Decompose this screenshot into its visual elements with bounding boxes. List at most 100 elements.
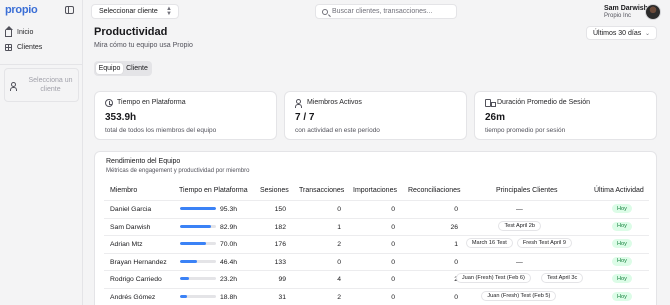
stat-value: 7 / 7 (295, 112, 315, 123)
date-range-select[interactable]: Últimos 30 días ⌄ (586, 26, 657, 40)
reconciliations-value: 0 (454, 206, 458, 213)
time-bar-fill (180, 277, 189, 281)
avatar[interactable] (645, 4, 661, 20)
imports-value: 0 (391, 206, 395, 213)
chevron-down-icon: ⌄ (644, 31, 650, 37)
search-icon (322, 9, 328, 15)
time-bar (180, 242, 216, 246)
sidebar-item-clientes[interactable]: Clientes (5, 41, 79, 53)
column-header[interactable]: Miembro (110, 187, 137, 194)
users-icon (10, 82, 17, 91)
stat-value: 353.9h (105, 112, 137, 123)
stat-card-tiempo: Tiempo en Plataforma 353.9h total de tod… (94, 91, 277, 140)
client-tag[interactable]: Juan (Fresh) Test (Feb 5) (481, 291, 557, 301)
reconciliations-value: 0 (454, 258, 458, 266)
client-empty-label: Selecciona un cliente (28, 77, 73, 93)
transactions-value: 1 (337, 223, 341, 231)
column-header[interactable]: Última Actividad (594, 187, 644, 194)
column-header[interactable]: Reconciliaciones (408, 187, 461, 194)
team-subtitle: Métricas de engagement y productividad p… (106, 168, 250, 174)
transactions-value: 2 (337, 241, 341, 249)
table-row[interactable]: Rodrigo Carriedo23.2h99402Juan (Fresh) T… (104, 270, 649, 287)
sidebar-item-label: Inicio (17, 28, 34, 36)
imports-value: 0 (391, 276, 395, 284)
sessions-value: 176 (274, 241, 286, 249)
reconciliations-value: 26 (450, 223, 458, 231)
time-value: 70.0h (220, 241, 238, 249)
client-tag[interactable]: Test April 2b (498, 220, 541, 231)
time-value: 18.8h (220, 294, 238, 301)
column-header[interactable]: Sesiones (260, 187, 289, 194)
sessions-value: 99 (278, 276, 286, 284)
table-row[interactable]: Sam Darwish 82.9h 182 1 0 26 Test April 2b Hoy (104, 217, 649, 235)
home-icon (4, 25, 13, 37)
time-bar-fill (180, 207, 216, 210)
time-bar-fill (180, 224, 211, 228)
time-value: 82.9h (220, 223, 238, 231)
table-row[interactable]: Brayan Hernandez 46.4h 133 0 0 0 — Hoy (104, 252, 649, 270)
imports-value: 0 (391, 258, 395, 266)
team-title: Rendimiento del Equipo (106, 158, 181, 165)
sessions-value: 31 (278, 294, 286, 301)
table-row[interactable]: Daniel Garcia 95.3h 150 0 0 0 — Hoy (104, 200, 649, 217)
last-activity-badge: Hoy (612, 239, 632, 249)
time-bar (180, 259, 216, 263)
sidebar-toggle-icon[interactable] (65, 6, 74, 14)
stat-description: tiempo promedio por sesión (485, 127, 566, 134)
stat-description: total de todos los miembros del equipo (105, 127, 217, 134)
column-header[interactable]: Importaciones (353, 187, 397, 194)
client-select[interactable]: Seleccionar cliente ▲ ▼ (91, 4, 179, 19)
tab-equipo[interactable]: Equipo (96, 63, 123, 74)
imports-value: 0 (391, 223, 395, 231)
last-activity-badge: Hoy (612, 204, 632, 213)
sidebar-item-inicio[interactable]: Inicio (4, 25, 79, 38)
chevron-updown-icon: ▲ ▼ (166, 6, 172, 17)
member-name: Rodrigo Carriedo (110, 276, 162, 284)
transactions-value: 4 (337, 276, 341, 284)
imports-value: 0 (391, 294, 395, 301)
column-header[interactable]: Tiempo en Plataforma (179, 187, 248, 194)
time-bar (180, 207, 216, 210)
column-header[interactable]: Principales Clientes (496, 187, 557, 194)
time-value: 23.2h (220, 276, 238, 284)
reconciliations-value: 0 (454, 294, 458, 301)
time-bar-fill (180, 242, 207, 246)
imports-value: 0 (391, 241, 395, 249)
time-bar (180, 224, 216, 228)
clients-empty: — (516, 206, 523, 213)
reconciliations-value: 1 (454, 241, 458, 249)
client-tag[interactable]: Fresh Test April 9 (516, 238, 572, 249)
time-bar (180, 295, 216, 298)
page-subtitle: Mira cómo tu equipo usa Propio (94, 42, 193, 49)
member-name: Daniel Garcia (110, 206, 152, 213)
time-bar-fill (180, 295, 188, 298)
client-tag[interactable]: Test April 3c (541, 273, 584, 284)
stat-value: 26m (485, 112, 506, 123)
users-icon (295, 99, 303, 108)
tab-cliente[interactable]: Cliente (124, 63, 150, 74)
client-selector-empty[interactable]: Selecciona un cliente (4, 68, 79, 102)
table-row[interactable]: Andrés Gómez 18.8h 31 2 0 0 Juan (Fresh) Test … (104, 288, 649, 305)
column-header[interactable]: Transacciones (299, 187, 344, 194)
time-value: 46.4h (220, 258, 238, 266)
client-tag[interactable]: March 16 Test (465, 238, 513, 249)
time-value: 95.3h (220, 206, 238, 213)
time-bar-fill (180, 259, 198, 263)
team-performance-card: Rendimiento del Equipo Métricas de engag… (94, 151, 657, 305)
last-activity-badge: Hoy (612, 292, 632, 301)
sessions-value: 133 (274, 258, 286, 266)
client-tag[interactable]: Juan (Fresh) Test (Feb 6) (455, 273, 531, 284)
logo: propio (5, 4, 38, 16)
last-activity-badge: Hoy (612, 221, 632, 231)
member-name: Andrés Gómez (110, 294, 156, 301)
stat-title: Duración Promedio de Sesión (497, 99, 590, 106)
grid-icon (5, 43, 12, 51)
table-row[interactable]: Adrian Mtz 70.0h 176 2 0 1 March 16 Test Fresh … (104, 235, 649, 252)
client-select-label: Seleccionar cliente (99, 8, 158, 15)
search-input[interactable]: Buscar clientes, transacciones... (315, 4, 457, 19)
user-org: Propio Inc (604, 13, 632, 19)
member-name: Sam Darwish (110, 223, 151, 231)
truck-icon (485, 99, 496, 107)
divider (0, 64, 83, 65)
user-name: Sam Darwish (604, 5, 648, 12)
